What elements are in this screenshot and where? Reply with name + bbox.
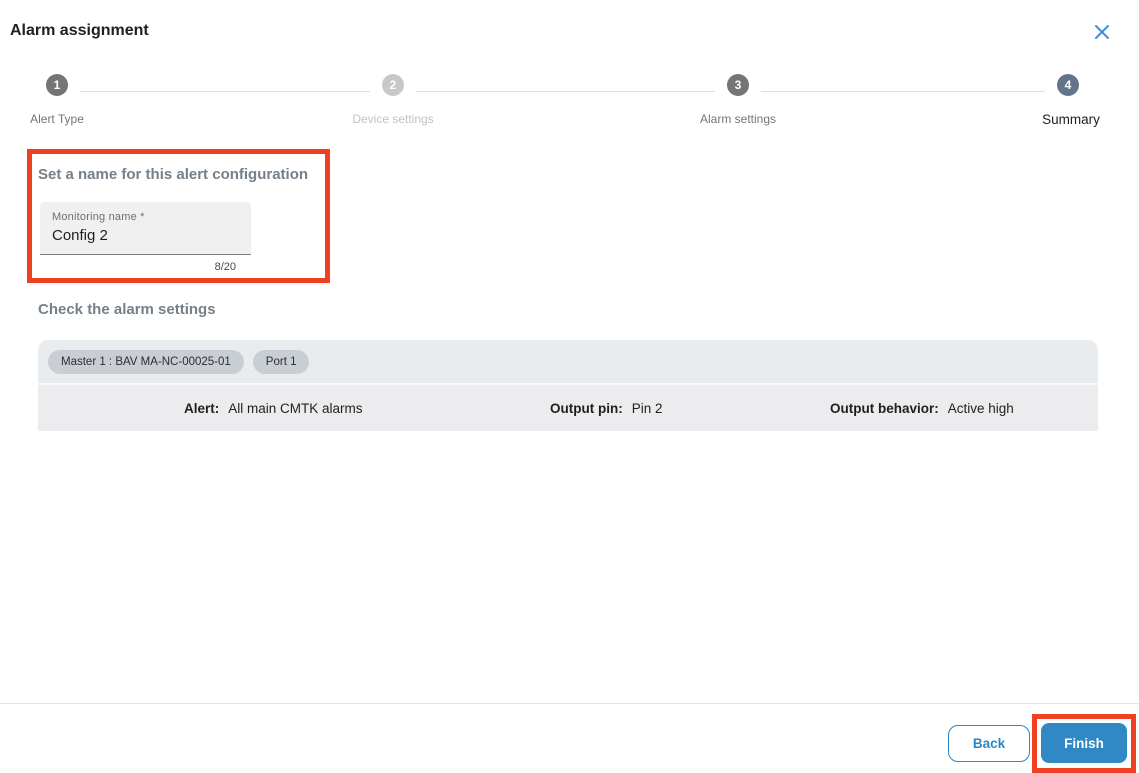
step-connector-2	[416, 91, 715, 92]
character-counter: 8/20	[214, 261, 236, 273]
master-device-chip: Master 1 : BAV MA-NC-00025-01	[48, 349, 244, 374]
step-1-label[interactable]: Alert Type	[30, 112, 84, 126]
step-2-circle[interactable]: 2	[382, 74, 404, 96]
step-4-number: 4	[1064, 78, 1072, 92]
finish-button[interactable]: Finish	[1041, 723, 1127, 763]
step-3-label[interactable]: Alarm settings	[700, 112, 776, 126]
step-4-circle[interactable]: 4	[1057, 74, 1079, 96]
output-pin-label: Output pin:	[550, 400, 623, 416]
alarm-assignment-dialog: Alarm assignment 1 2 3 4 Alert Type Devi…	[0, 0, 1139, 773]
output-pin-detail: Output pin: Pin 2	[550, 385, 663, 431]
output-pin-value: Pin 2	[631, 400, 663, 416]
alert-detail: Alert: All main CMTK alarms	[184, 385, 363, 431]
alert-detail-value: All main CMTK alarms	[228, 400, 363, 416]
step-connector-1	[80, 91, 370, 92]
name-section-heading: Set a name for this alert configuration	[38, 166, 309, 183]
monitoring-name-input[interactable]	[52, 227, 237, 244]
footer-divider	[0, 703, 1139, 704]
monitoring-name-label: Monitoring name *	[52, 211, 145, 223]
step-connector-3	[761, 91, 1045, 92]
check-section-heading: Check the alarm settings	[38, 301, 216, 318]
step-3-circle[interactable]: 3	[727, 74, 749, 96]
step-1-circle[interactable]: 1	[46, 74, 68, 96]
close-icon	[1092, 24, 1112, 45]
step-3-number: 3	[734, 78, 742, 92]
dialog-title: Alarm assignment	[10, 22, 149, 39]
alarm-settings-row: Alert: All main CMTK alarms Output pin: …	[38, 385, 1098, 431]
output-behavior-detail: Output behavior: Active high	[830, 385, 1014, 431]
step-4-label[interactable]: Summary	[1042, 112, 1100, 127]
monitoring-name-field-wrapper: Monitoring name * 8/20	[40, 202, 251, 273]
alert-detail-label: Alert:	[184, 400, 220, 416]
device-chip-row: Master 1 : BAV MA-NC-00025-01 Port 1	[38, 340, 1098, 383]
step-1-number: 1	[53, 78, 61, 92]
step-2-number: 2	[389, 78, 397, 92]
port-chip: Port 1	[252, 349, 310, 374]
alarm-settings-card: Master 1 : BAV MA-NC-00025-01 Port 1 Ale…	[38, 340, 1098, 431]
output-behavior-label: Output behavior:	[830, 400, 939, 416]
back-button[interactable]: Back	[948, 725, 1030, 762]
step-2-label[interactable]: Device settings	[352, 112, 433, 126]
monitoring-name-field[interactable]: Monitoring name *	[40, 202, 251, 255]
close-button[interactable]	[1090, 21, 1114, 45]
output-behavior-value: Active high	[947, 400, 1014, 416]
